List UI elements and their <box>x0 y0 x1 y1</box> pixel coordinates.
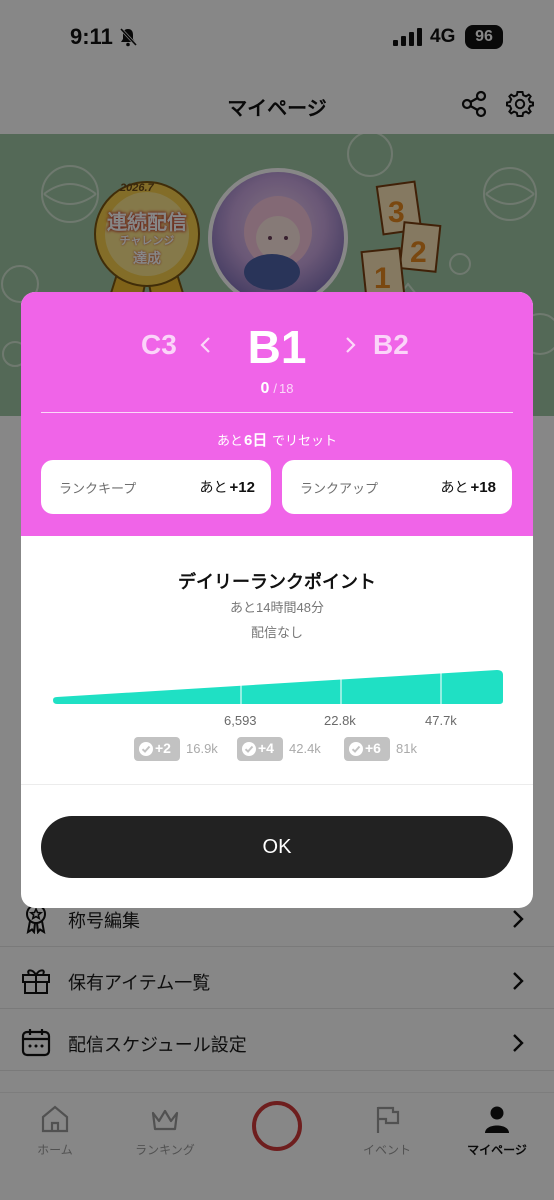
reset-days: 6日 <box>244 432 268 449</box>
daily-progress-bar <box>53 670 503 704</box>
rank-keep-card: ランクキープ あと +12 <box>41 460 271 514</box>
daily-time-remaining: あと14時間48分 <box>230 600 324 615</box>
reset-suffix: でリセット <box>271 433 337 448</box>
reset-prefix: あと <box>217 433 244 448</box>
rank-up-card: ランクアップ あと +18 <box>282 460 512 514</box>
rank-current: B1 <box>247 321 307 373</box>
check-circle-icon <box>349 742 363 756</box>
reward-threshold: 81k <box>396 741 417 756</box>
reward-threshold: 42.4k <box>289 741 321 756</box>
reward-points: +6 <box>365 740 381 756</box>
progress-tick-label: 47.7k <box>425 713 457 728</box>
rank-up-label: ランクアップ <box>300 481 379 496</box>
daily-rank-title: デイリーランクポイント <box>178 572 376 592</box>
rank-modal: C3 B1 B2 0/18 あと6日 でリセット ランクキープ あと +12 ラン… <box>21 292 533 908</box>
rank-up-points: +18 <box>470 479 496 496</box>
rank-keep-prefix: あと <box>199 479 228 495</box>
points-separator: / <box>273 381 278 396</box>
reset-countdown: あと6日 でリセット <box>21 429 533 450</box>
reward-threshold: 16.9k <box>186 741 218 756</box>
rank-next[interactable]: B2 <box>373 329 409 361</box>
reward-points: +4 <box>258 740 274 756</box>
rank-keep-label: ランクキープ <box>59 481 137 496</box>
rank-header: C3 B1 B2 0/18 あと6日 でリセット ランクキープ あと +12 ラン… <box>21 292 533 536</box>
points-current: 0 <box>260 380 270 397</box>
rank-up-value: あと +18 <box>441 477 496 497</box>
reward-badge: +2 <box>134 737 180 761</box>
progress-tick-label: 6,593 <box>224 713 257 728</box>
divider <box>21 784 533 785</box>
check-circle-icon <box>139 742 153 756</box>
rank-points: 0/18 <box>21 380 533 398</box>
progress-track <box>53 670 503 704</box>
check-circle-icon <box>242 742 256 756</box>
rank-keep-value: あと +12 <box>200 477 255 497</box>
reward-points: +2 <box>155 740 171 756</box>
rank-up-prefix: あと <box>440 479 469 495</box>
rank-keep-points: +12 <box>229 479 255 496</box>
divider <box>41 412 513 413</box>
points-total: 18 <box>279 381 294 396</box>
reward-badge: +6 <box>344 737 390 761</box>
ok-button[interactable]: OK <box>41 816 513 878</box>
chevron-right-icon[interactable] <box>345 336 357 354</box>
progress-tick-label: 22.8k <box>324 713 356 728</box>
daily-stream-status: 配信なし <box>250 625 303 640</box>
reward-badge: +4 <box>237 737 283 761</box>
